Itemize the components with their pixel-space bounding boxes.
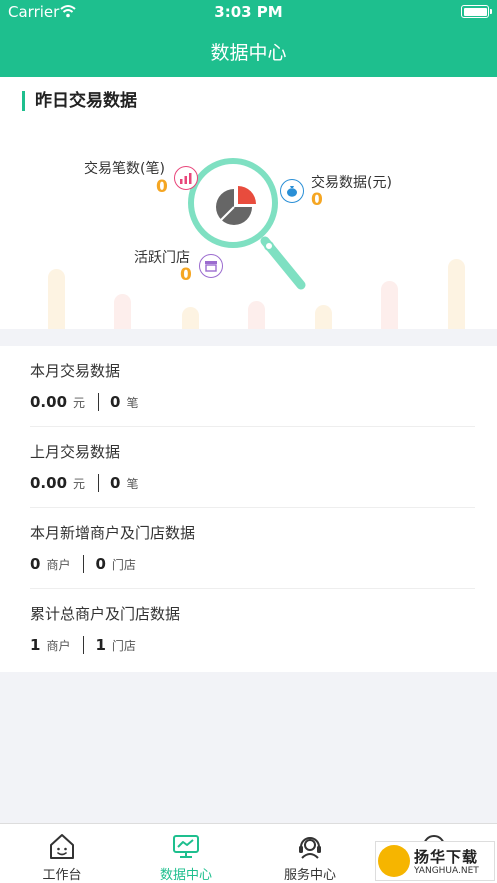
page-title: 数据中心 [210, 42, 287, 64]
tab-label: 数据中心 [159, 868, 212, 883]
store-unit: 门店 [111, 557, 136, 572]
list-item[interactable]: 累计总商户及门店数据 1 商户 1 门店 [30, 589, 475, 670]
watermark-name: 扬华下载 [414, 848, 479, 866]
yesterday-section: 昨日交易数据 交易笔数(笔) 0 交易数据(元) 0 活跃门店 0 [0, 77, 497, 329]
bar-chart-glyph [180, 173, 192, 184]
list-item[interactable]: 本月新增商户及门店数据 0 商户 0 门店 [30, 508, 475, 589]
store-unit: 门店 [111, 638, 136, 653]
amount-value: 0.00 [30, 393, 68, 411]
row-title: 上月交易数据 [30, 443, 121, 461]
battery-icon [461, 5, 492, 18]
merchant-unit: 商户 [46, 557, 71, 572]
watermark-logo-icon [378, 845, 410, 877]
store-glyph [205, 261, 217, 272]
money-bag-icon [280, 179, 304, 203]
row-values: 0.00 元 0 笔 [30, 474, 138, 492]
decor-bar [381, 281, 398, 329]
watermark-url: YANGHUA.NET [414, 866, 479, 876]
amount-value: 0.00 [30, 474, 68, 492]
divider [83, 636, 85, 654]
count-value: 0 [110, 393, 121, 411]
transaction-count-value: 0 [156, 177, 168, 197]
tab-service-center[interactable]: 服务中心 [248, 824, 372, 883]
money-bag-glyph [287, 186, 297, 197]
clock: 3:03 PM [214, 3, 283, 21]
transaction-amount-label: 交易数据(元) [311, 175, 392, 191]
row-title: 本月交易数据 [30, 362, 121, 380]
decor-bar [248, 301, 265, 329]
tab-data-center[interactable]: 数据中心 [124, 824, 248, 883]
row-title: 本月新增商户及门店数据 [30, 524, 196, 542]
merchant-value: 0 [30, 555, 41, 573]
stats-list: 本月交易数据 0.00 元 0 笔 上月交易数据 0.00 元 0 笔 本月新增… [0, 346, 497, 672]
store-icon [199, 254, 223, 278]
monitor-chart-icon [173, 835, 199, 858]
divider [98, 474, 100, 492]
list-item[interactable]: 上月交易数据 0.00 元 0 笔 [30, 427, 475, 508]
amount-unit: 元 [73, 395, 86, 410]
merchant-value: 1 [30, 636, 41, 654]
decor-bar [448, 259, 465, 329]
decor-bar [182, 307, 199, 329]
tab-workbench[interactable]: 工作台 [0, 824, 124, 883]
transaction-count-label: 交易笔数(笔) [84, 161, 165, 177]
list-item[interactable]: 本月交易数据 0.00 元 0 笔 [30, 346, 475, 427]
row-values: 1 商户 1 门店 [30, 636, 136, 654]
header: Carrier 3:03 PM 数据中心 [0, 0, 497, 77]
headset-icon [299, 837, 321, 859]
row-title: 累计总商户及门店数据 [30, 605, 181, 623]
row-values: 0 商户 0 门店 [30, 555, 136, 573]
merchant-unit: 商户 [46, 638, 71, 653]
transaction-amount-value: 0 [311, 190, 323, 210]
section-title: 昨日交易数据 [22, 91, 137, 111]
divider [83, 555, 85, 573]
amount-unit: 元 [73, 476, 86, 491]
row-values: 0.00 元 0 笔 [30, 393, 138, 411]
store-value: 0 [95, 555, 106, 573]
decor-bar [114, 294, 131, 329]
bar-chart-icon [174, 166, 198, 190]
status-bar: Carrier 3:03 PM [0, 0, 497, 24]
tab-label: 工作台 [42, 868, 82, 883]
watermark: 扬华下载 YANGHUA.NET [375, 841, 495, 881]
count-unit: 笔 [126, 395, 139, 410]
divider [98, 393, 100, 411]
active-stores-label: 活跃门店 [134, 250, 190, 266]
home-icon [50, 834, 74, 859]
count-unit: 笔 [126, 476, 139, 491]
decor-bar [315, 305, 332, 329]
decor-bar [48, 269, 65, 329]
store-value: 1 [95, 636, 106, 654]
tab-label: 服务中心 [283, 868, 336, 883]
active-stores-value: 0 [180, 265, 192, 285]
count-value: 0 [110, 474, 121, 492]
